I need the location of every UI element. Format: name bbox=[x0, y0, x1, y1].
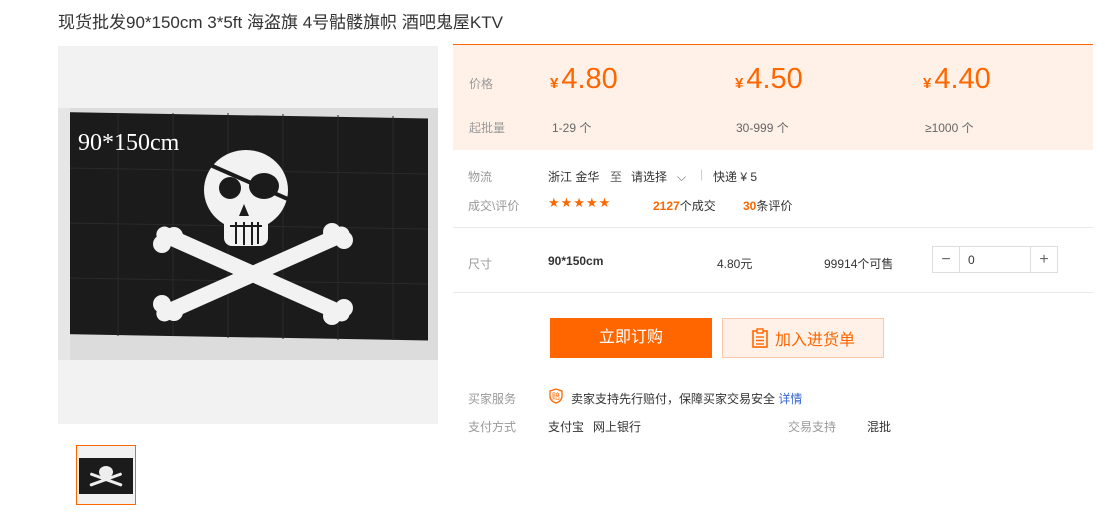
chevron-down-icon: ⌵ bbox=[677, 170, 687, 184]
thumbnail-image[interactable] bbox=[76, 445, 136, 505]
increase-button[interactable]: + bbox=[1031, 247, 1057, 272]
currency-symbol: ¥ bbox=[735, 75, 744, 92]
price-value: 4.50 bbox=[746, 63, 803, 95]
logistics-to: 至 bbox=[610, 170, 623, 184]
star-rating: ★★★★★ bbox=[548, 195, 612, 210]
buy-now-button[interactable]: 立即订购 bbox=[550, 318, 712, 358]
svg-text:赔: 赔 bbox=[552, 391, 560, 401]
guarantee-description: 卖家支持先行赔付，保障买家交易安全 bbox=[571, 392, 776, 406]
reviews-suffix: 条评价 bbox=[756, 199, 793, 213]
sku-size: 90*150cm bbox=[548, 254, 604, 268]
image-caption: 90*150cm bbox=[78, 130, 180, 156]
sku-stock: 99914个可售 bbox=[824, 257, 894, 271]
qty-range-3: ≥1000 个 bbox=[925, 121, 974, 135]
add-to-cart-button[interactable]: 加入进货单 bbox=[722, 318, 884, 358]
reviews-count[interactable]: 30条评价 bbox=[743, 197, 792, 214]
add-to-cart-label: 加入进货单 bbox=[774, 332, 855, 349]
destination-select[interactable]: 请选择 ⌵ bbox=[631, 168, 686, 185]
payment-alipay: 支付宝 bbox=[548, 420, 585, 434]
price-tier-1: ¥4.80 bbox=[550, 63, 618, 96]
quantity-input[interactable] bbox=[959, 247, 1031, 272]
buyer-service-label: 买家服务 bbox=[468, 392, 517, 406]
qty-range-2: 30-999 个 bbox=[736, 121, 789, 135]
sku-label: 尺寸 bbox=[468, 257, 493, 271]
guarantee-text: 卖家支持先行赔付，保障买家交易安全 详情 bbox=[571, 390, 802, 407]
destination-value: 请选择 bbox=[631, 170, 668, 184]
divider: | bbox=[700, 167, 704, 181]
deals-suffix: 个成交 bbox=[679, 199, 716, 213]
price-label: 价格 bbox=[469, 77, 494, 91]
reviews-label: 成交\评价 bbox=[468, 199, 520, 213]
moq-label: 起批量 bbox=[469, 121, 506, 135]
price-value: 4.80 bbox=[561, 63, 618, 95]
guarantee-icon: 赔 bbox=[549, 388, 563, 404]
price-tier-2: ¥4.50 bbox=[735, 63, 803, 96]
divider-line bbox=[453, 227, 1093, 228]
qty-range-1: 1-29 个 bbox=[552, 121, 592, 135]
main-product-image: 90*150cm bbox=[58, 108, 438, 360]
price-band: 价格 起批量 ¥4.80 ¥4.50 ¥4.40 1-29 个 30-999 个… bbox=[453, 44, 1093, 150]
reviews-number: 30 bbox=[743, 199, 757, 213]
price-value: 4.40 bbox=[934, 63, 991, 95]
payment-bank: 网上银行 bbox=[593, 420, 642, 434]
details-link[interactable]: 详情 bbox=[778, 392, 802, 406]
product-title: 现货批发90*150cm 3*5ft 海盗旗 4号骷髅旗帜 酒吧鬼屋KTV bbox=[58, 13, 503, 32]
currency-symbol: ¥ bbox=[550, 75, 559, 92]
trade-support-label: 交易支持 bbox=[788, 420, 837, 434]
payment-label: 支付方式 bbox=[468, 420, 517, 434]
divider-line bbox=[453, 292, 1093, 293]
currency-symbol: ¥ bbox=[923, 75, 932, 92]
deals-number: 2127 bbox=[653, 199, 680, 213]
logistics-origin: 浙江 金华 bbox=[548, 170, 600, 184]
decrease-button[interactable]: − bbox=[933, 247, 959, 272]
price-tier-3: ¥4.40 bbox=[923, 63, 991, 96]
express-fee: 快递 ¥ 5 bbox=[713, 170, 758, 184]
deals-count[interactable]: 2127个成交 bbox=[653, 197, 716, 214]
cart-list-icon bbox=[752, 328, 768, 348]
trade-support-value: 混批 bbox=[867, 420, 892, 434]
logistics-label: 物流 bbox=[468, 170, 493, 184]
sku-price: 4.80元 bbox=[717, 257, 753, 271]
quantity-stepper: − + bbox=[932, 246, 1058, 273]
